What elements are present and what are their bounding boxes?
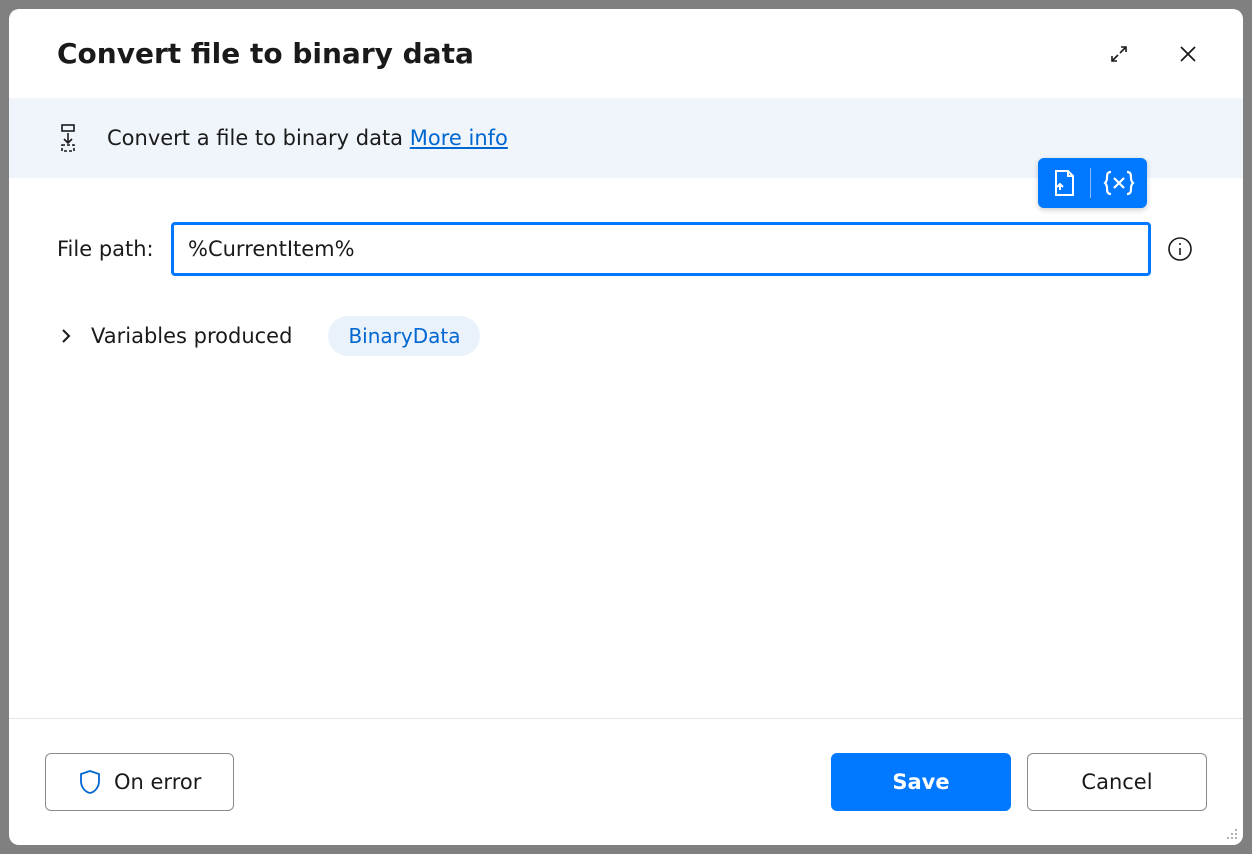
resize-grip-icon[interactable] xyxy=(1225,827,1239,841)
variables-expand-button[interactable] xyxy=(57,326,75,346)
dialog-title: Convert file to binary data xyxy=(57,37,1105,70)
select-file-button[interactable] xyxy=(1048,166,1080,200)
shield-icon xyxy=(78,769,102,795)
input-helper-toolbar xyxy=(1038,158,1147,208)
info-banner: Convert a file to binary data More info xyxy=(9,98,1243,178)
insert-variable-button[interactable] xyxy=(1101,167,1137,199)
dialog-header: Convert file to binary data xyxy=(9,9,1243,98)
maximize-button[interactable] xyxy=(1105,40,1133,68)
on-error-button[interactable]: On error xyxy=(45,753,234,811)
banner-text: Convert a file to binary data More info xyxy=(107,126,508,150)
variable-chip-binarydata[interactable]: BinaryData xyxy=(328,316,480,356)
convert-file-dialog: Convert file to binary data xyxy=(9,9,1243,845)
dialog-content: File path: Variables produced BinaryData xyxy=(9,178,1243,718)
action-icon xyxy=(57,124,79,152)
file-path-info-button[interactable] xyxy=(1165,234,1195,264)
file-path-input[interactable] xyxy=(171,222,1151,276)
save-button[interactable]: Save xyxy=(831,753,1011,811)
info-icon xyxy=(1167,236,1193,262)
file-icon xyxy=(1050,168,1078,198)
expand-icon xyxy=(1109,44,1129,64)
more-info-link[interactable]: More info xyxy=(410,126,508,150)
cancel-button[interactable]: Cancel xyxy=(1027,753,1207,811)
close-icon xyxy=(1177,43,1199,65)
toolbar-divider xyxy=(1090,168,1091,198)
file-path-row: File path: xyxy=(57,222,1195,276)
on-error-label: On error xyxy=(114,770,201,794)
file-path-label: File path: xyxy=(57,237,157,261)
variables-produced-row: Variables produced BinaryData xyxy=(57,316,1195,356)
dialog-footer: On error Save Cancel xyxy=(9,718,1243,845)
variable-icon xyxy=(1103,169,1135,197)
banner-description: Convert a file to binary data xyxy=(107,126,403,150)
variables-produced-label: Variables produced xyxy=(91,324,292,348)
close-button[interactable] xyxy=(1173,39,1203,69)
header-actions xyxy=(1105,39,1203,69)
chevron-right-icon xyxy=(59,328,73,344)
